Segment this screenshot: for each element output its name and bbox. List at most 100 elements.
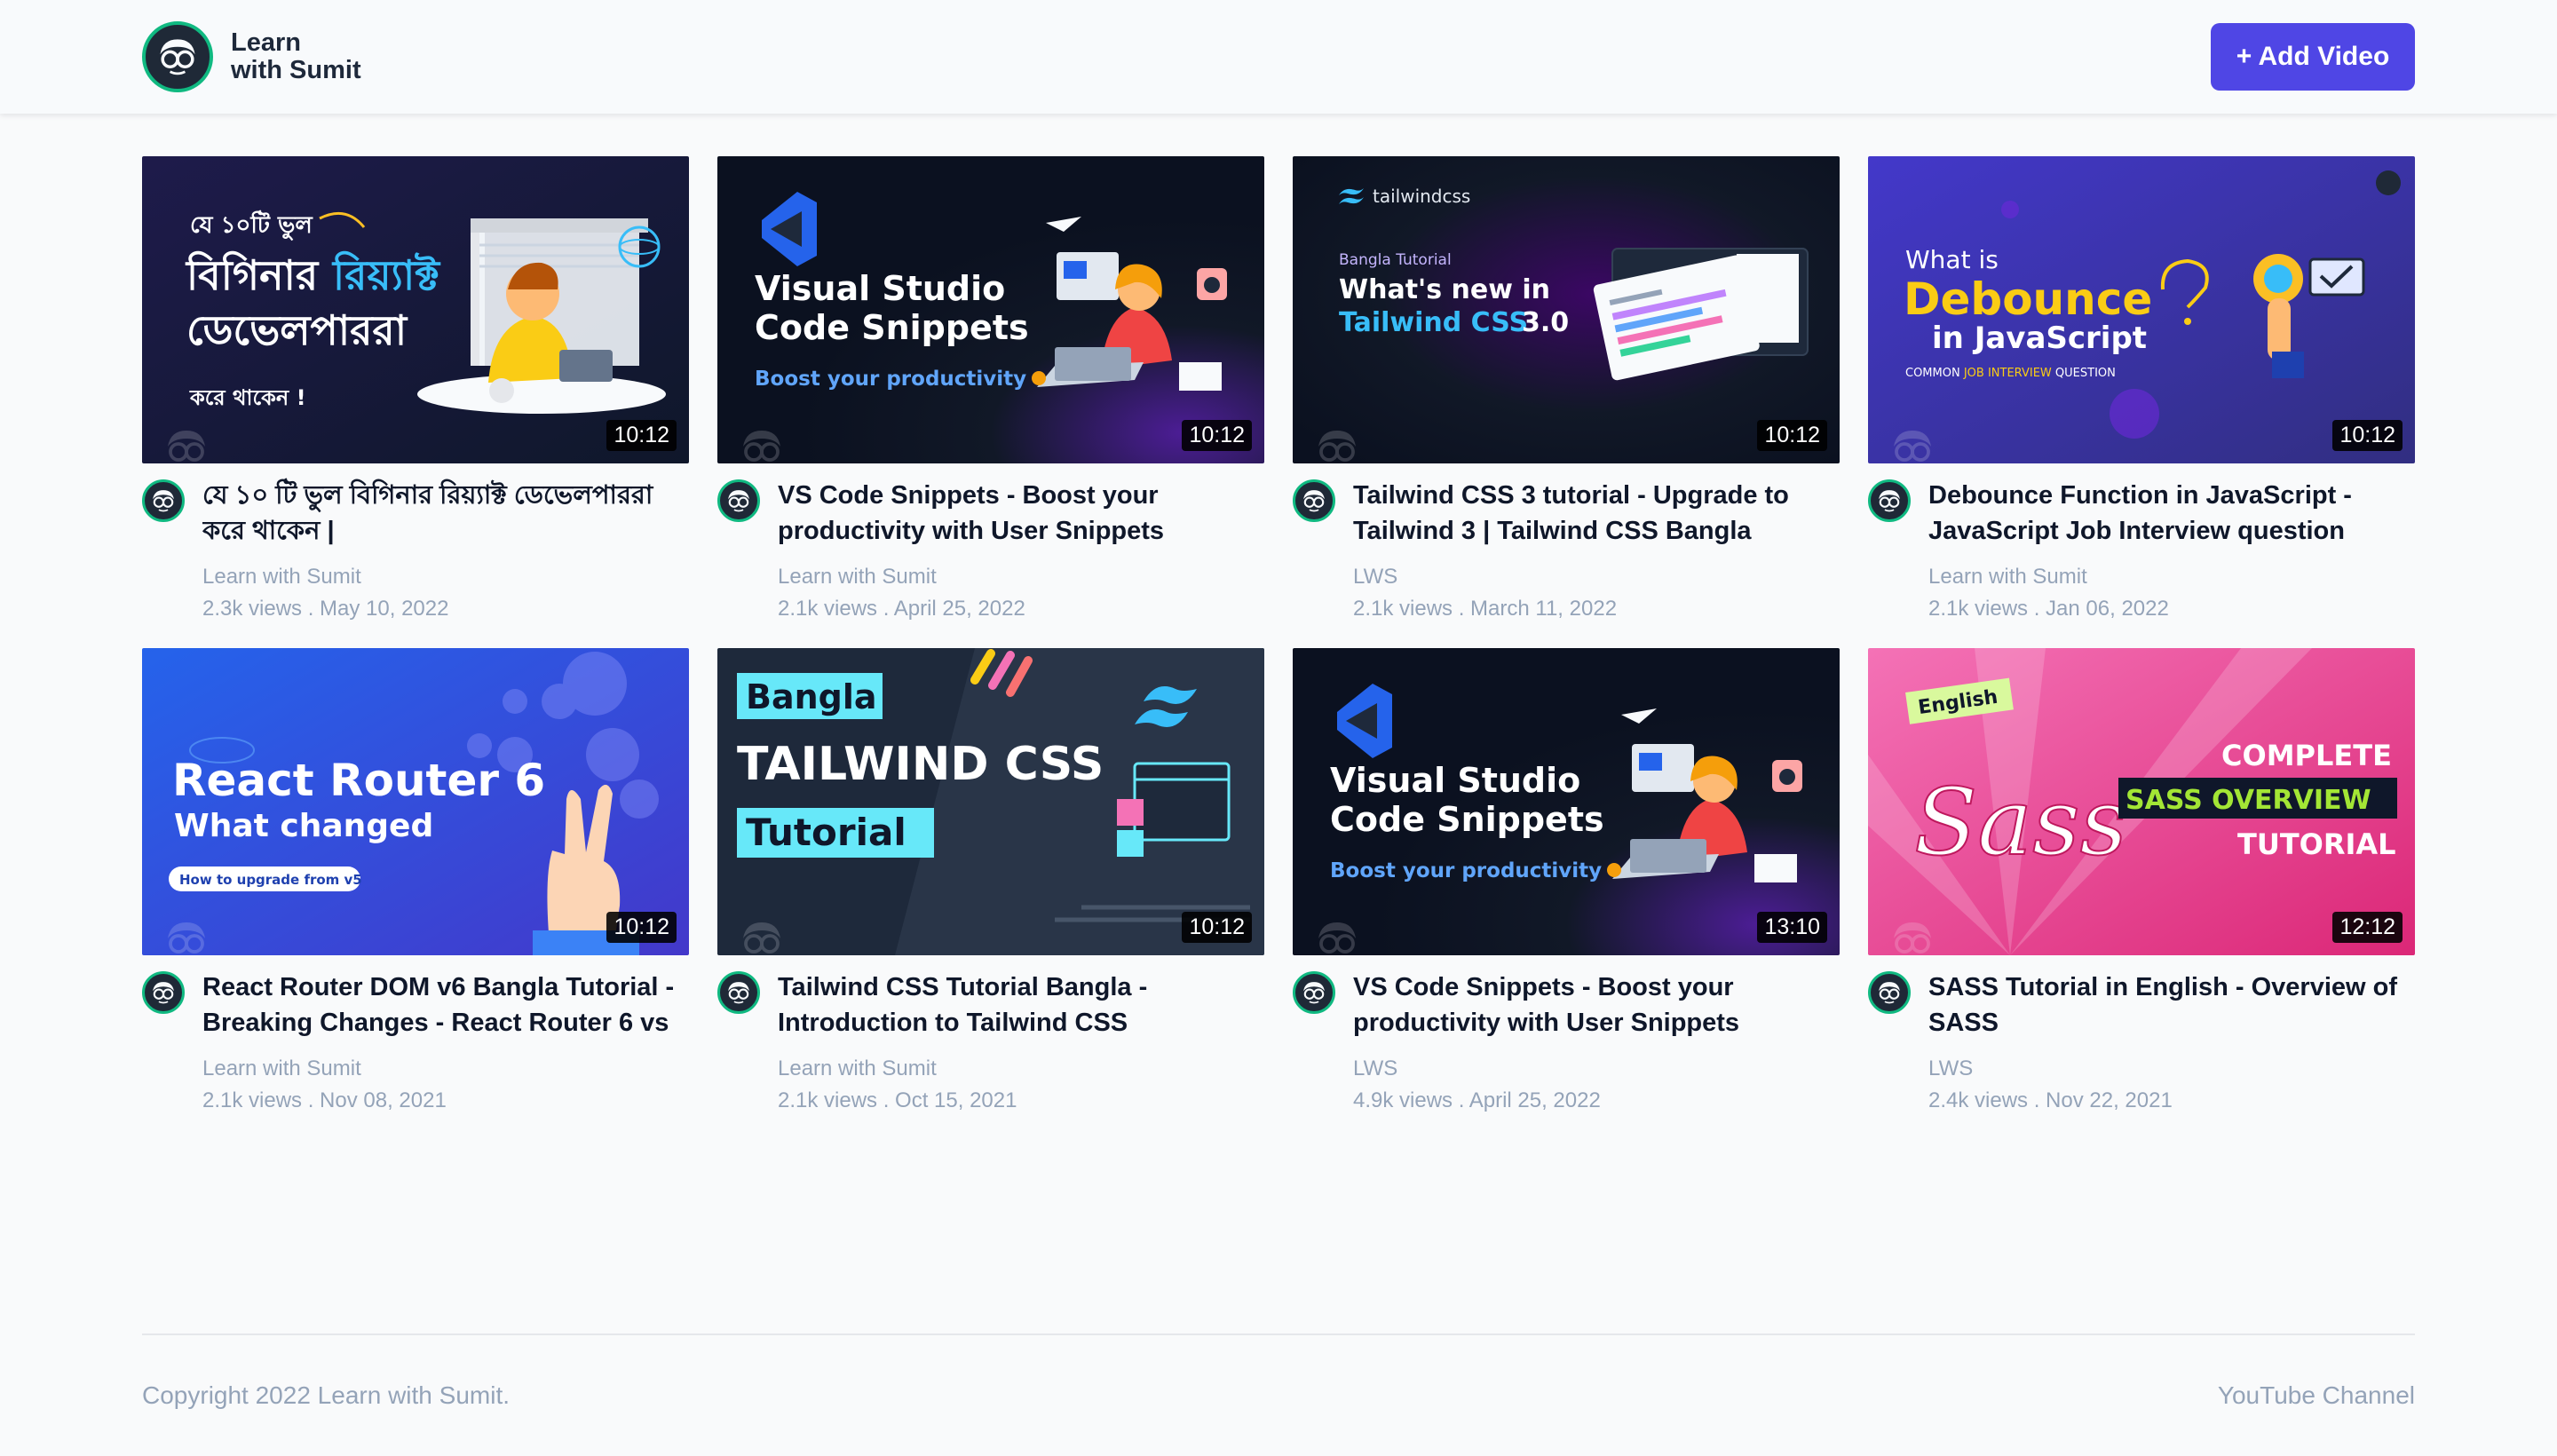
thumb-text-line3a: Tailwind CSS bbox=[1339, 307, 1528, 338]
channel-name[interactable]: LWS bbox=[1353, 561, 1840, 593]
video-title[interactable]: SASS Tutorial in English - Overview of S… bbox=[1928, 969, 2415, 1041]
thumb-text-line3: Boost your productivity bbox=[1330, 859, 1602, 882]
channel-avatar[interactable] bbox=[142, 479, 185, 522]
thumb-text-line3b: 3.0 bbox=[1522, 307, 1569, 338]
video-thumbnail[interactable]: Visual Studio Code Snippets Boost your p… bbox=[717, 156, 1264, 463]
video-duration: 10:12 bbox=[606, 420, 677, 451]
video-title[interactable]: Tailwind CSS 3 tutorial - Upgrade to Tai… bbox=[1353, 478, 1840, 549]
channel-avatar[interactable] bbox=[1868, 479, 1911, 522]
channel-name[interactable]: Learn with Sumit bbox=[202, 1053, 689, 1085]
video-title[interactable]: Tailwind CSS Tutorial Bangla - Introduct… bbox=[778, 969, 1264, 1041]
video-duration: 10:12 bbox=[1182, 420, 1252, 451]
thumb-text-line2b: রিয়্যাক্ট bbox=[331, 250, 441, 299]
thumb-text-line1: What is bbox=[1905, 245, 1999, 274]
video-card[interactable]: What is Debounce in JavaScript COMMON JO… bbox=[1868, 156, 2415, 621]
thumb-text-line3: Tutorial bbox=[746, 811, 906, 854]
video-duration: 10:12 bbox=[1757, 420, 1827, 451]
footer: Copyright 2022 Learn with Sumit. YouTube… bbox=[142, 1381, 2415, 1410]
channel-name[interactable]: LWS bbox=[1353, 1053, 1840, 1085]
video-title[interactable]: React Router DOM v6 Bangla Tutorial - Br… bbox=[202, 969, 689, 1041]
thumb-text-line4c: QUESTION bbox=[2052, 367, 2116, 380]
thumb-text-line1: Bangla bbox=[746, 677, 877, 716]
thumb-text-line2: What changed bbox=[174, 808, 433, 844]
video-title[interactable]: VS Code Snippets - Boost your productivi… bbox=[1353, 969, 1840, 1041]
video-grid: যে ১০টি ভুল বিগিনার রিয়্যাক্ট ডেভেলপারর… bbox=[142, 156, 2415, 1112]
video-card[interactable]: Bangla TAILWIND CSS Tutorial 10:12 Tailw… bbox=[717, 648, 1264, 1112]
video-card[interactable]: Visual Studio Code Snippets Boost your p… bbox=[1293, 648, 1840, 1112]
thumb-text-line2: Code Snippets bbox=[1330, 800, 1604, 839]
video-card[interactable]: tailwindcss Bangla Tutorial What's new i… bbox=[1293, 156, 1840, 621]
channel-avatar[interactable] bbox=[1293, 971, 1335, 1014]
brand-name: Learn with Sumit bbox=[231, 29, 361, 84]
video-stats: 4.9k views . April 25, 2022 bbox=[1353, 1088, 1601, 1112]
nerd-glasses-face-icon bbox=[142, 21, 213, 92]
video-title[interactable]: যে ১০ টি ভুল বিগিনার রিয়্যাক্ট ডেভেলপার… bbox=[202, 478, 689, 549]
video-card[interactable]: React Router 6 What changed How to upgra… bbox=[142, 648, 689, 1112]
thumb-text-line2: SASS OVERVIEW bbox=[2126, 785, 2371, 816]
svg-text:COMMON JOB INTERVIEW QUESTION: COMMON JOB INTERVIEW QUESTION bbox=[1905, 367, 2116, 380]
channel-name[interactable]: LWS bbox=[1928, 1053, 2415, 1085]
video-title[interactable]: Debounce Function in JavaScript - JavaSc… bbox=[1928, 478, 2415, 549]
channel-avatar[interactable] bbox=[142, 971, 185, 1014]
video-thumbnail[interactable]: Bangla TAILWIND CSS Tutorial 10:12 bbox=[717, 648, 1264, 955]
video-stats: 2.4k views . Nov 22, 2021 bbox=[1928, 1088, 2173, 1112]
video-card[interactable]: Visual Studio Code Snippets Boost your p… bbox=[717, 156, 1264, 621]
thumb-text-line2: বিগিনার bbox=[185, 250, 320, 299]
channel-avatar[interactable] bbox=[1868, 971, 1911, 1014]
thumb-text-line2: What's new in bbox=[1339, 274, 1550, 305]
thumb-text-line1: Visual Studio bbox=[1330, 761, 1580, 800]
thumb-text-line1: Bangla Tutorial bbox=[1339, 251, 1452, 269]
thumb-text-line1: Visual Studio bbox=[755, 269, 1005, 308]
video-duration: 10:12 bbox=[606, 912, 677, 943]
footer-divider bbox=[142, 1333, 2415, 1335]
video-stats: 2.1k views . Jan 06, 2022 bbox=[1928, 597, 2169, 621]
video-duration: 12:12 bbox=[2332, 912, 2403, 943]
thumb-text-line3: TUTORIAL bbox=[2237, 827, 2396, 861]
tailwind-logo-text: tailwindcss bbox=[1373, 186, 1470, 207]
channel-avatar[interactable] bbox=[1293, 479, 1335, 522]
thumb-text-line1: COMPLETE bbox=[2221, 739, 2392, 772]
thumb-text-line4: করে থাকেন ! bbox=[189, 385, 306, 410]
video-card[interactable]: যে ১০টি ভুল বিগিনার রিয়্যাক্ট ডেভেলপারর… bbox=[142, 156, 689, 621]
video-stats: 2.1k views . March 11, 2022 bbox=[1353, 597, 1618, 621]
channel-avatar[interactable] bbox=[717, 479, 760, 522]
video-thumbnail[interactable]: English Sass COMPLETE SASS OVERVIEW TUTO… bbox=[1868, 648, 2415, 955]
add-video-button[interactable]: + Add Video bbox=[2211, 23, 2415, 91]
video-stats: 2.1k views . April 25, 2022 bbox=[778, 597, 1025, 621]
video-thumbnail[interactable]: What is Debounce in JavaScript COMMON JO… bbox=[1868, 156, 2415, 463]
channel-name[interactable]: Learn with Sumit bbox=[778, 1053, 1264, 1085]
video-title[interactable]: VS Code Snippets - Boost your productivi… bbox=[778, 478, 1264, 549]
thumb-text-line3: How to upgrade from v5 bbox=[179, 872, 362, 888]
video-stats: 2.1k views . Oct 15, 2021 bbox=[778, 1088, 1017, 1112]
thumb-text-line1: যে ১০টি ভুল bbox=[190, 210, 313, 241]
thumb-text-line3: in JavaScript bbox=[1932, 320, 2147, 356]
video-stats: 2.1k views . Nov 08, 2021 bbox=[202, 1088, 447, 1112]
navbar: Learn with Sumit + Add Video bbox=[0, 0, 2557, 114]
copyright-text: Copyright 2022 Learn with Sumit. bbox=[142, 1381, 510, 1409]
thumb-text-line1: React Router 6 bbox=[172, 755, 545, 806]
video-card[interactable]: English Sass COMPLETE SASS OVERVIEW TUTO… bbox=[1868, 648, 2415, 1112]
thumb-text-line3: Boost your productivity bbox=[755, 368, 1026, 391]
channel-name[interactable]: Learn with Sumit bbox=[778, 561, 1264, 593]
video-thumbnail[interactable]: যে ১০টি ভুল বিগিনার রিয়্যাক্ট ডেভেলপারর… bbox=[142, 156, 689, 463]
video-duration: 10:12 bbox=[1182, 912, 1252, 943]
video-thumbnail[interactable]: React Router 6 What changed How to upgra… bbox=[142, 648, 689, 955]
brand-line-1: Learn bbox=[231, 28, 301, 57]
brand-link[interactable]: Learn with Sumit bbox=[142, 21, 361, 92]
video-thumbnail[interactable]: tailwindcss Bangla Tutorial What's new i… bbox=[1293, 156, 1840, 463]
channel-avatar[interactable] bbox=[717, 971, 760, 1014]
channel-name[interactable]: Learn with Sumit bbox=[202, 561, 689, 593]
thumb-text-line2: Code Snippets bbox=[755, 308, 1029, 347]
video-duration: 13:10 bbox=[1757, 912, 1827, 943]
thumb-text-line4a: COMMON bbox=[1905, 367, 1964, 380]
video-thumbnail[interactable]: Visual Studio Code Snippets Boost your p… bbox=[1293, 648, 1840, 955]
channel-name[interactable]: Learn with Sumit bbox=[1928, 561, 2415, 593]
thumb-text-line4b: JOB INTERVIEW bbox=[1963, 367, 2052, 380]
thumb-text-line2: TAILWIND CSS bbox=[737, 738, 1104, 791]
youtube-channel-link[interactable]: YouTube Channel bbox=[2218, 1381, 2415, 1410]
video-stats: 2.3k views . May 10, 2022 bbox=[202, 597, 449, 621]
thumb-text-line2: Debounce bbox=[1904, 273, 2152, 325]
brand-line-2: with Sumit bbox=[231, 56, 361, 84]
thumb-text-line3: ডেভেলপাররা bbox=[186, 306, 408, 354]
video-duration: 10:12 bbox=[2332, 420, 2403, 451]
